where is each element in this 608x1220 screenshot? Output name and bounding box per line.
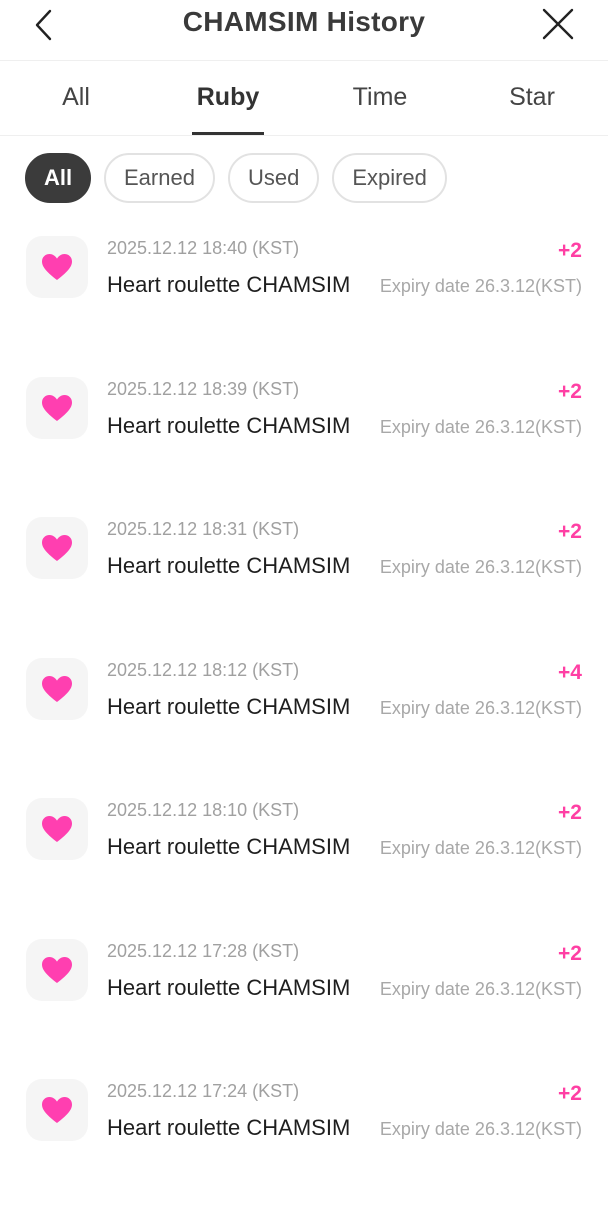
list-item: 2025.12.12 17:28 (KST) Heart roulette CH… xyxy=(0,938,608,1080)
item-date: 2025.12.12 17:24 (KST) xyxy=(107,1081,300,1101)
item-amount: +2 xyxy=(558,1082,582,1105)
history-list: 2025.12.12 18:40 (KST) Heart roulette CH… xyxy=(0,236,608,1220)
item-expiry: Expiry date 26.3.12(KST) xyxy=(379,557,582,577)
item-expiry: Expiry date 26.3.12(KST) xyxy=(379,838,582,858)
currency-tabs: All Ruby Time Star xyxy=(0,61,608,136)
item-amount: +2 xyxy=(558,941,582,965)
item-name: Heart roulette CHAMSIM xyxy=(107,553,351,578)
filter-used-chip[interactable]: Used xyxy=(227,153,320,203)
list-item: 2025.12.12 18:31 (KST) Heart roulette CH… xyxy=(0,517,608,658)
heart-icon xyxy=(26,938,88,1001)
heart-icon xyxy=(26,798,88,860)
item-name: Heart roulette CHAMSIM xyxy=(107,693,351,719)
item-date: 2025.12.12 18:39 (KST) xyxy=(107,378,300,399)
item-expiry: Expiry date 26.3.12(KST) xyxy=(379,978,582,999)
item-name: Heart roulette CHAMSIM xyxy=(107,974,351,1000)
list-item: 2025.12.12 18:10 (KST) Heart roulette CH… xyxy=(0,798,608,939)
header: CHAMSIM History xyxy=(0,0,608,61)
item-amount: +4 xyxy=(558,660,582,684)
filter-earned-chip[interactable]: Earned xyxy=(104,153,215,203)
item-name: Heart roulette CHAMSIM xyxy=(107,834,351,859)
filter-chips: All Earned Used Expired xyxy=(25,153,447,203)
list-item: 2025.12.12 18:39 (KST) Heart roulette CH… xyxy=(0,376,608,518)
filter-expired-chip[interactable]: Expired xyxy=(332,153,447,203)
heart-icon xyxy=(26,1079,88,1141)
item-amount: +2 xyxy=(558,520,582,543)
list-item: 2025.12.12 18:40 (KST) Heart roulette CH… xyxy=(0,236,608,377)
item-date: 2025.12.12 18:31 (KST) xyxy=(107,519,300,539)
item-name: Heart roulette CHAMSIM xyxy=(107,272,351,297)
tab-all[interactable]: All xyxy=(0,61,152,135)
item-amount: +2 xyxy=(558,379,582,403)
item-expiry: Expiry date 26.3.12(KST) xyxy=(379,276,582,296)
item-name: Heart roulette CHAMSIM xyxy=(107,412,351,438)
item-date: 2025.12.12 18:12 (KST) xyxy=(107,659,300,680)
item-name: Heart roulette CHAMSIM xyxy=(107,1115,351,1140)
item-expiry: Expiry date 26.3.12(KST) xyxy=(379,1119,582,1139)
item-amount: +2 xyxy=(558,801,582,824)
tab-ruby[interactable]: Ruby xyxy=(152,61,304,135)
item-date: 2025.12.12 17:28 (KST) xyxy=(107,940,300,961)
close-button[interactable] xyxy=(540,6,576,42)
close-icon xyxy=(542,8,574,40)
tab-star[interactable]: Star xyxy=(456,61,608,135)
page-title: CHAMSIM History xyxy=(182,6,426,37)
item-date: 2025.12.12 18:10 (KST) xyxy=(107,800,300,820)
item-date: 2025.12.12 18:40 (KST) xyxy=(107,238,300,258)
heart-icon xyxy=(26,657,88,720)
list-item: 2025.12.12 18:12 (KST) Heart roulette CH… xyxy=(0,657,608,799)
item-expiry: Expiry date 26.3.12(KST) xyxy=(379,416,582,437)
filter-all-chip[interactable]: All xyxy=(25,153,91,203)
tab-time[interactable]: Time xyxy=(304,61,456,135)
heart-icon xyxy=(26,376,88,439)
heart-icon xyxy=(26,236,88,298)
heart-icon xyxy=(26,517,88,579)
item-expiry: Expiry date 26.3.12(KST) xyxy=(379,697,582,718)
item-amount: +2 xyxy=(558,239,582,262)
list-item: 2025.12.12 17:24 (KST) Heart roulette CH… xyxy=(0,1079,608,1220)
